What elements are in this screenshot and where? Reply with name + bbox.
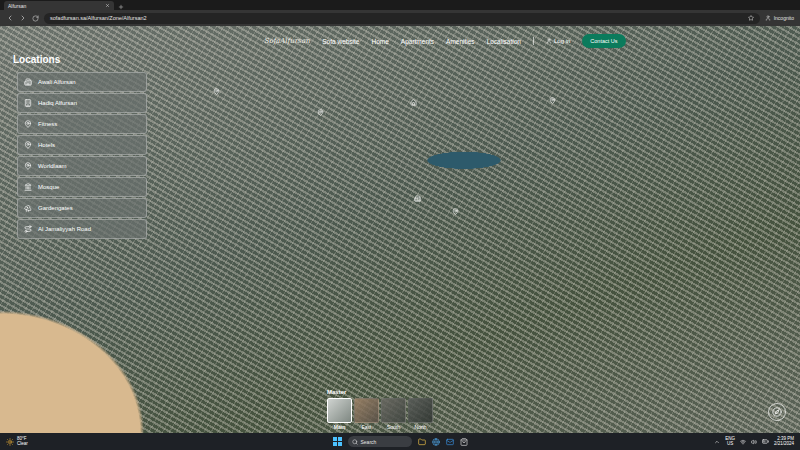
taskbar-search[interactable]: Search (348, 436, 412, 447)
locations-list: Awali AlfursanHadiq AlfursanFitnessHotel… (17, 72, 147, 239)
forward-icon[interactable] (19, 14, 27, 22)
divider (533, 37, 534, 45)
weather[interactable]: 80°FClear (6, 437, 146, 447)
location-item[interactable]: Worldlaam (17, 156, 147, 176)
pin-icon (410, 99, 417, 106)
location-item[interactable]: Hotels (17, 135, 147, 155)
view-thumb[interactable]: North (408, 398, 433, 430)
pin-icon (549, 97, 556, 104)
taskbar-apps: Search (333, 436, 468, 447)
location-item[interactable]: Hadiq Alfursan (17, 93, 147, 113)
search-icon (352, 439, 358, 445)
pin-icon (414, 195, 421, 202)
nav-link[interactable]: Amenities (446, 38, 475, 45)
view-title: Master (327, 389, 346, 395)
reload-icon[interactable] (32, 15, 39, 22)
profile[interactable]: Incognito (765, 15, 794, 21)
pin-icon (317, 109, 324, 116)
star-icon[interactable] (748, 15, 754, 21)
close-icon[interactable] (105, 3, 110, 8)
map-pin[interactable] (317, 109, 324, 116)
screen: Alfursansofadfursan.sa/Alfursan/Zone/Alf… (0, 0, 800, 450)
location-item[interactable]: Awali Alfursan (17, 72, 147, 92)
map-pin[interactable] (549, 97, 556, 104)
nav-link[interactable]: Localisation (487, 38, 521, 45)
login-link[interactable]: Log in (546, 38, 570, 44)
view-thumb[interactable]: East (354, 398, 379, 430)
map-view[interactable]: SofaAlfursan Sofa website Home Apartments Am… (0, 26, 800, 433)
mosque-icon (24, 183, 32, 191)
pin-icon (24, 120, 32, 128)
view-selector: Master MainEastSouthNorth (0, 389, 800, 433)
view-thumb[interactable]: Main (327, 398, 352, 430)
locations-title: Locations (13, 54, 800, 65)
folder-icon[interactable] (418, 438, 426, 446)
store-icon[interactable] (460, 438, 468, 446)
location-item[interactable]: Gardengates (17, 198, 147, 218)
system-tray: ENGUS2:39 PM2/21/2024 (654, 437, 794, 447)
road-icon (24, 225, 32, 233)
nav-link[interactable]: Home (371, 38, 388, 45)
thumb-image (381, 398, 406, 423)
contact-button[interactable]: Contact Us (582, 34, 625, 48)
tower-icon (24, 99, 32, 107)
user-icon (546, 38, 552, 44)
tab-strip: Alfursan (0, 0, 800, 10)
location-item[interactable]: Mosque (17, 177, 147, 197)
address-bar: sofadfursan.sa/Alfursan/Zone/Alfursan2 In… (0, 10, 800, 26)
logo[interactable]: SofaAlfursan (264, 37, 310, 45)
sun-icon (6, 438, 14, 446)
windows-icon[interactable] (333, 437, 342, 446)
user-icon (765, 15, 771, 21)
pin-icon (213, 88, 220, 95)
pin-icon (452, 208, 459, 215)
taskbar: 80°FClear Search ENGUS2:39 PM2/21/2024 (0, 433, 800, 450)
volume-icon[interactable] (751, 439, 757, 445)
map-pin[interactable] (414, 195, 421, 202)
main: Locations Awali AlfursanHadiq AlfursanFit… (0, 52, 800, 389)
browser-tab[interactable]: Alfursan (4, 1, 114, 10)
map-pin[interactable] (410, 99, 417, 106)
map-pin[interactable] (213, 88, 220, 95)
location-item[interactable]: Al Jamaliyyah Road (17, 219, 147, 239)
compass-button[interactable] (768, 403, 786, 421)
url-field[interactable]: sofadfursan.sa/Alfursan/Zone/Alfursan2 (44, 13, 760, 24)
view-thumb[interactable]: South (381, 398, 406, 430)
chevron-icon[interactable] (714, 439, 720, 445)
mail-icon[interactable] (446, 438, 454, 446)
top-nav: SofaAlfursan Sofa website Home Apartments Am… (0, 26, 800, 52)
trees-icon (24, 204, 32, 212)
thumb-image (354, 398, 379, 423)
pin-icon (24, 141, 32, 149)
back-icon[interactable] (6, 14, 14, 22)
pin-icon (24, 162, 32, 170)
view-thumbs: MainEastSouthNorth (327, 398, 433, 430)
building-icon (24, 78, 32, 86)
nav-link[interactable]: Apartments (401, 38, 434, 45)
wifi-icon[interactable] (740, 439, 746, 445)
battery-icon[interactable] (762, 438, 769, 445)
location-item[interactable]: Fitness (17, 114, 147, 134)
map-pin[interactable] (452, 208, 459, 215)
nav-link[interactable]: Sofa website (322, 38, 359, 45)
compass-icon (772, 407, 782, 417)
thumb-image (327, 398, 352, 423)
browser-icon[interactable] (432, 438, 440, 446)
thumb-image (408, 398, 433, 423)
